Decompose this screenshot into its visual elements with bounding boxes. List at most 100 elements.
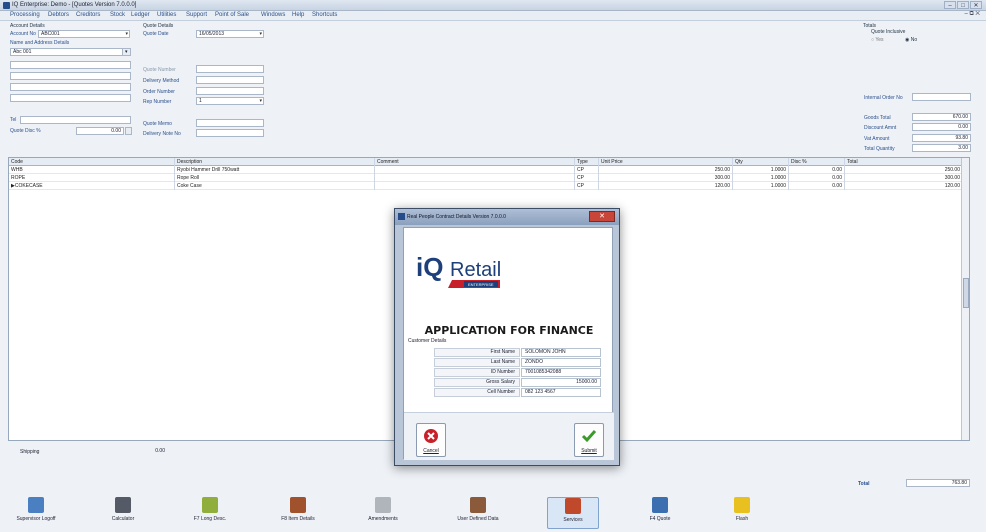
svg-text:Retail: Retail	[450, 259, 501, 281]
mdi-controls[interactable]: – ⧉ ✕	[964, 11, 980, 18]
menu-help[interactable]: Help	[292, 12, 304, 18]
menu-support[interactable]: Support	[186, 12, 207, 18]
col-type[interactable]: Type	[575, 158, 599, 166]
menu-shortcuts[interactable]: Shortcuts	[312, 12, 337, 18]
internal-order-label: Internal Order No	[864, 95, 903, 101]
amendments-label: Amendments	[368, 516, 398, 522]
id-number-field[interactable]: 7001085342088	[521, 368, 601, 377]
amendments-button[interactable]: Amendments	[357, 497, 409, 529]
menu-stock[interactable]: Stock	[110, 12, 125, 18]
address-line-4[interactable]	[10, 94, 131, 102]
minimize-button[interactable]: –	[944, 1, 956, 9]
table-row[interactable]: ROPE Rope Roll CP 300.00 1.0000 0.00 300…	[9, 174, 963, 182]
user-data-icon	[470, 497, 486, 513]
col-total[interactable]: Total	[845, 158, 963, 166]
shipping-value[interactable]: 0.00	[118, 447, 168, 455]
flash-button[interactable]: Flash	[716, 497, 768, 529]
menu-windows[interactable]: Windows	[261, 12, 285, 18]
services-button[interactable]: Services	[547, 497, 599, 529]
app-icon	[3, 2, 10, 9]
tel-field[interactable]	[20, 116, 131, 124]
cell-type: CP	[575, 166, 599, 174]
last-name-label: Last Name	[434, 358, 520, 367]
rep-number-label: Rep Number	[143, 99, 172, 105]
name-field[interactable]: Abc 001	[10, 48, 124, 56]
quote-number-field[interactable]	[196, 65, 264, 73]
cell-number-label: Cell Number	[434, 388, 520, 397]
cancel-button[interactable]: Cancel	[416, 423, 446, 457]
maximize-button[interactable]: □	[957, 1, 969, 9]
window-controls: – □ ✕	[944, 1, 982, 9]
id-number-row: ID Number 7001085342088	[434, 368, 604, 377]
delivery-note-field[interactable]	[196, 129, 264, 137]
account-details-header: Account Details	[10, 23, 45, 29]
col-disc[interactable]: Disc %	[789, 158, 845, 166]
supervisor-icon	[28, 497, 44, 513]
cell-comment	[375, 166, 575, 174]
first-name-field[interactable]: SOLOMON JOHN	[521, 348, 601, 357]
dialog-close-button[interactable]: ✕	[589, 211, 615, 222]
last-name-field[interactable]: ZONDO	[521, 358, 601, 367]
quote-disc-field[interactable]: 0.00	[76, 127, 124, 135]
name-address-label: Name and Address Details	[10, 40, 70, 46]
quote-disc-spinner[interactable]	[125, 127, 132, 135]
table-row[interactable]: ▶COKECASE Coke Case CP 120.00 1.0000 0.0…	[9, 182, 963, 190]
quote-memo-label: Quote Memo	[143, 121, 172, 127]
col-unit-price[interactable]: Unit Price	[599, 158, 733, 166]
grid-scrollbar[interactable]	[961, 158, 969, 440]
cell-code: ROPE	[9, 174, 175, 182]
account-no-field[interactable]: ABC001	[38, 30, 130, 38]
quote-memo-field[interactable]	[196, 119, 264, 127]
cell-disc: 0.00	[789, 166, 845, 174]
cell-description: Ryobi Hammer Drill 750watt	[175, 166, 375, 174]
name-dropdown-button[interactable]: ▾	[122, 48, 131, 56]
flash-icon	[734, 497, 750, 513]
close-window-button[interactable]: ✕	[970, 1, 982, 9]
supervisor-logoff-button[interactable]: Supervisor Logoff	[10, 497, 62, 529]
table-row[interactable]: WHB Ryobi Hammer Drill 750watt CP 250.00…	[9, 166, 963, 174]
calculator-button[interactable]: Calculator	[97, 497, 149, 529]
inclusive-no-radio[interactable]: ◉ No	[905, 37, 917, 43]
rep-number-select[interactable]: 1	[196, 97, 264, 105]
user-defined-data-button[interactable]: User Defined Data	[452, 497, 504, 529]
delivery-method-field[interactable]	[196, 76, 264, 84]
order-number-field[interactable]	[196, 87, 264, 95]
address-line-1[interactable]	[10, 61, 131, 69]
total-label: Total	[858, 481, 870, 487]
cell-qty: 1.0000	[733, 174, 789, 182]
supervisor-logoff-label: Supervisor Logoff	[16, 516, 56, 522]
submit-button[interactable]: Submit	[574, 423, 604, 457]
item-details-button[interactable]: F8 Item Details	[272, 497, 324, 529]
menu-ledger[interactable]: Ledger	[131, 12, 150, 18]
cell-description: Rope Roll	[175, 174, 375, 182]
address-line-2[interactable]	[10, 72, 131, 80]
long-desc-button[interactable]: F7 Long Desc.	[184, 497, 236, 529]
item-details-label: F8 Item Details	[281, 516, 315, 522]
cancel-label: Cancel	[423, 448, 439, 454]
address-line-3[interactable]	[10, 83, 131, 91]
internal-order-field[interactable]	[912, 93, 971, 101]
menu-utilities[interactable]: Utilities	[157, 12, 176, 18]
window-title: IQ Enterprise: Demo - [Quotes Version 7.…	[12, 2, 137, 8]
menu-creditors[interactable]: Creditors	[76, 12, 100, 18]
col-comment[interactable]: Comment	[375, 158, 575, 166]
quote-button[interactable]: F4 Quote	[634, 497, 686, 529]
gross-salary-label: Gross Salary	[434, 378, 520, 387]
cell-comment	[375, 182, 575, 190]
cell-code: ▶COKECASE	[9, 182, 175, 190]
discount-label: Discount Amnt	[864, 125, 897, 131]
col-description[interactable]: Description	[175, 158, 375, 166]
inclusive-yes-radio[interactable]: ○ Yes	[871, 37, 884, 43]
menu-processing[interactable]: Processing	[10, 12, 40, 18]
no-label: No	[910, 37, 918, 43]
scrollbar-thumb[interactable]	[963, 278, 969, 308]
col-qty[interactable]: Qty	[733, 158, 789, 166]
gross-salary-field[interactable]: 15000.00	[521, 378, 601, 387]
cell-number-field[interactable]: 082 123 4567	[521, 388, 601, 397]
menu-debtors[interactable]: Debtors	[48, 12, 69, 18]
dialog-footer: Cancel Submit	[404, 412, 614, 460]
submit-label: Submit	[581, 448, 597, 454]
col-code[interactable]: Code	[9, 158, 175, 166]
quote-date-picker[interactable]: 16/05/2013	[196, 30, 264, 38]
menu-point-of-sale[interactable]: Point of Sale	[215, 12, 249, 18]
